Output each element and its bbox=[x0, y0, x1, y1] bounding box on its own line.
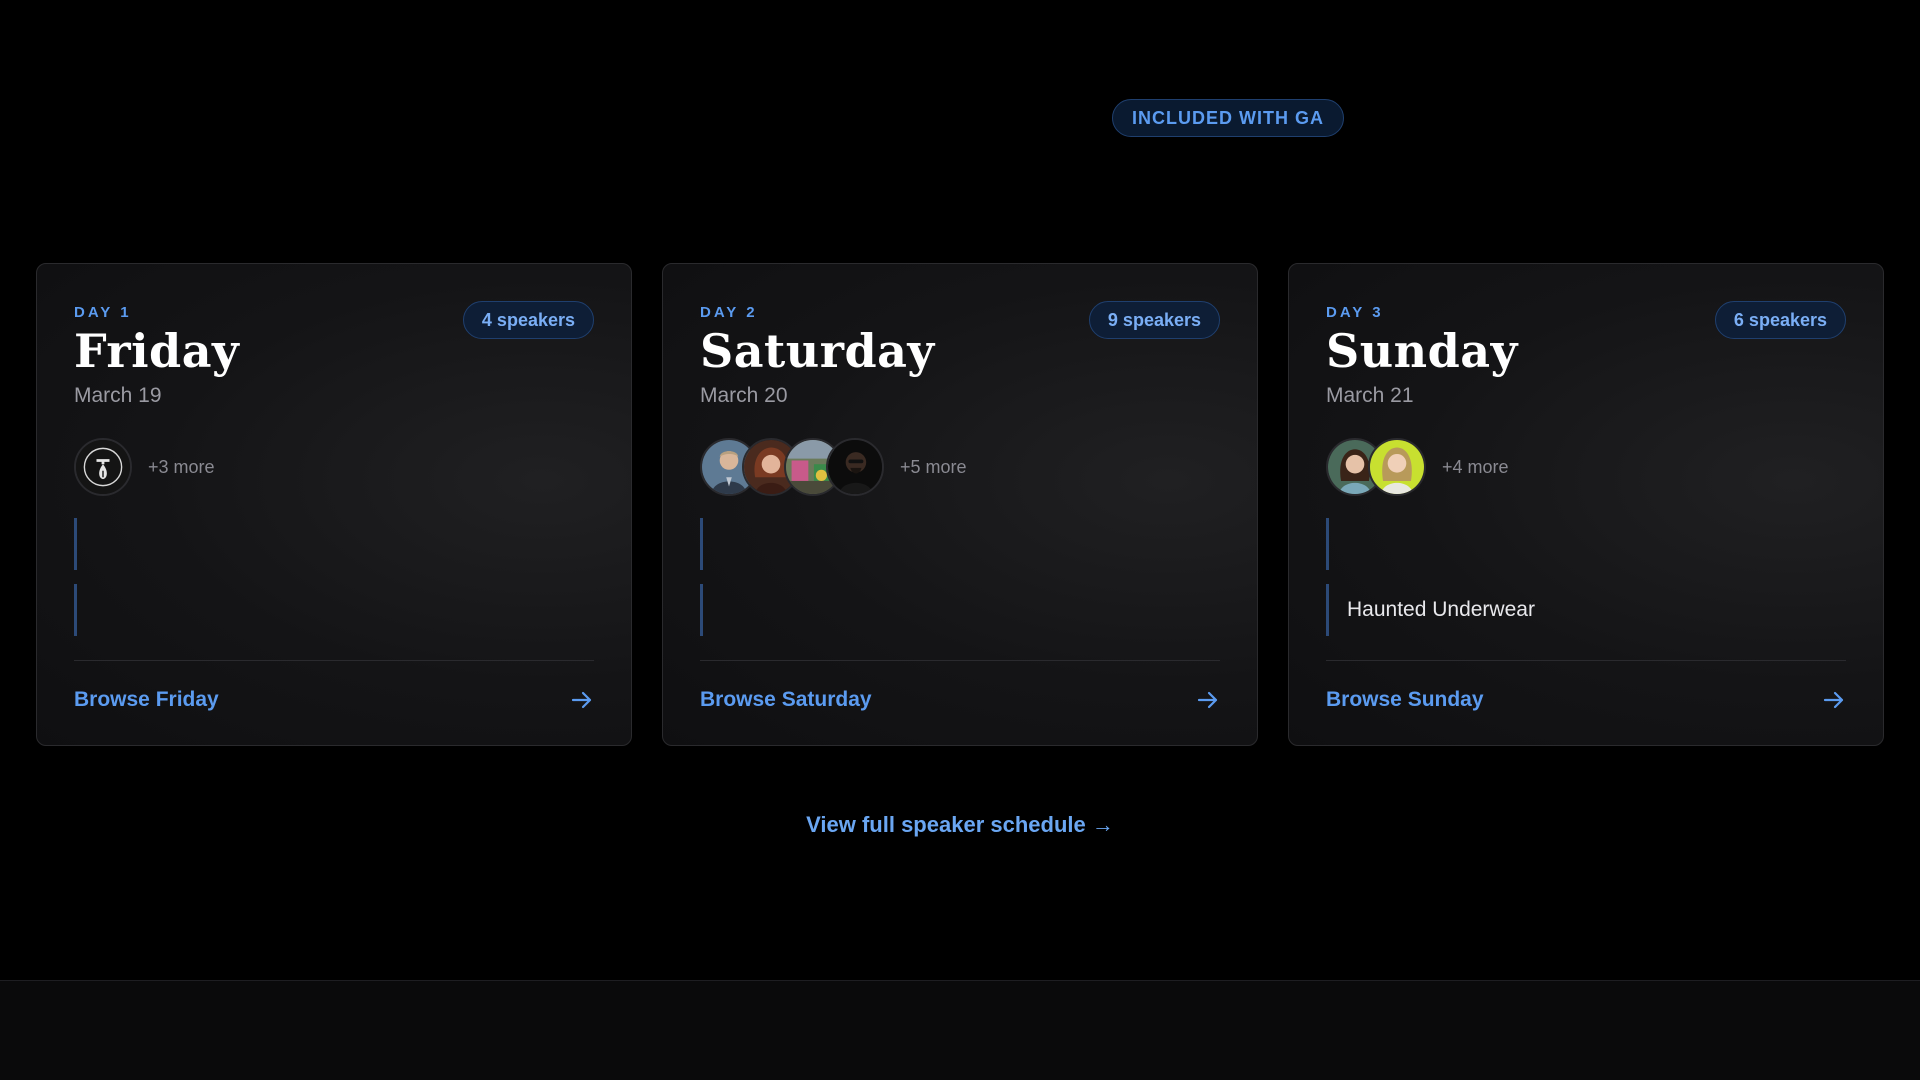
more-speakers-count: +5 more bbox=[900, 456, 967, 477]
day-date: March 21 bbox=[1326, 384, 1414, 407]
arrow-right-icon bbox=[1196, 688, 1220, 712]
speaker-avatars: +3 more bbox=[74, 436, 215, 498]
day-date: March 20 bbox=[700, 384, 788, 407]
day-card-sunday: DAY 3 Sunday March 21 6 speakers +4 more… bbox=[1288, 263, 1884, 746]
day-name: Saturday bbox=[700, 324, 935, 378]
list-item[interactable]: Haunted Underwear bbox=[1326, 584, 1806, 636]
view-full-schedule-link[interactable]: View full speaker schedule → bbox=[0, 812, 1920, 838]
avatar[interactable] bbox=[1368, 438, 1426, 496]
day-label: DAY 3 bbox=[1326, 304, 1384, 321]
arrow-right-icon bbox=[1822, 688, 1846, 712]
avatar[interactable] bbox=[74, 438, 132, 496]
day-label: DAY 1 bbox=[74, 304, 132, 321]
browse-friday-link[interactable]: Browse Friday bbox=[74, 682, 594, 718]
more-speakers-count: +4 more bbox=[1442, 456, 1509, 477]
speaker-avatars: +5 more bbox=[700, 436, 967, 498]
footer bbox=[0, 980, 1920, 1080]
list-item bbox=[74, 584, 554, 636]
divider bbox=[1326, 660, 1846, 661]
list-item bbox=[700, 584, 1180, 636]
browse-sunday-link[interactable]: Browse Sunday bbox=[1326, 682, 1846, 718]
page: INCLUDED WITH GA DAY 1 Friday March 19 4… bbox=[0, 0, 1920, 1080]
speakers-count-badge: 6 speakers bbox=[1714, 301, 1846, 339]
list-item bbox=[74, 518, 554, 570]
browse-label: Browse Saturday bbox=[700, 688, 872, 711]
speakers-count-badge: 9 speakers bbox=[1088, 301, 1220, 339]
avatar[interactable] bbox=[826, 438, 884, 496]
browse-label: Browse Friday bbox=[74, 688, 219, 711]
day-name: Friday bbox=[74, 324, 240, 378]
list-item bbox=[1326, 518, 1806, 570]
browse-saturday-link[interactable]: Browse Saturday bbox=[700, 682, 1220, 718]
divider bbox=[700, 660, 1220, 661]
arrow-right-icon bbox=[570, 688, 594, 712]
included-with-ga-badge: INCLUDED WITH GA bbox=[1112, 99, 1344, 137]
day-card-friday: DAY 1 Friday March 19 4 speakers +3 more… bbox=[36, 263, 632, 746]
divider bbox=[74, 660, 594, 661]
day-date: March 19 bbox=[74, 384, 162, 407]
speaker-avatars: +4 more bbox=[1326, 436, 1509, 498]
list-item bbox=[700, 518, 1180, 570]
day-label: DAY 2 bbox=[700, 304, 758, 321]
day-name: Sunday bbox=[1326, 324, 1518, 378]
browse-label: Browse Sunday bbox=[1326, 688, 1484, 711]
more-speakers-count: +3 more bbox=[148, 456, 215, 477]
day-card-saturday: DAY 2 Saturday March 20 9 speakers +5 mo… bbox=[662, 263, 1258, 746]
speakers-count-badge: 4 speakers bbox=[462, 301, 594, 339]
day-cards: DAY 1 Friday March 19 4 speakers +3 more… bbox=[36, 263, 1884, 746]
